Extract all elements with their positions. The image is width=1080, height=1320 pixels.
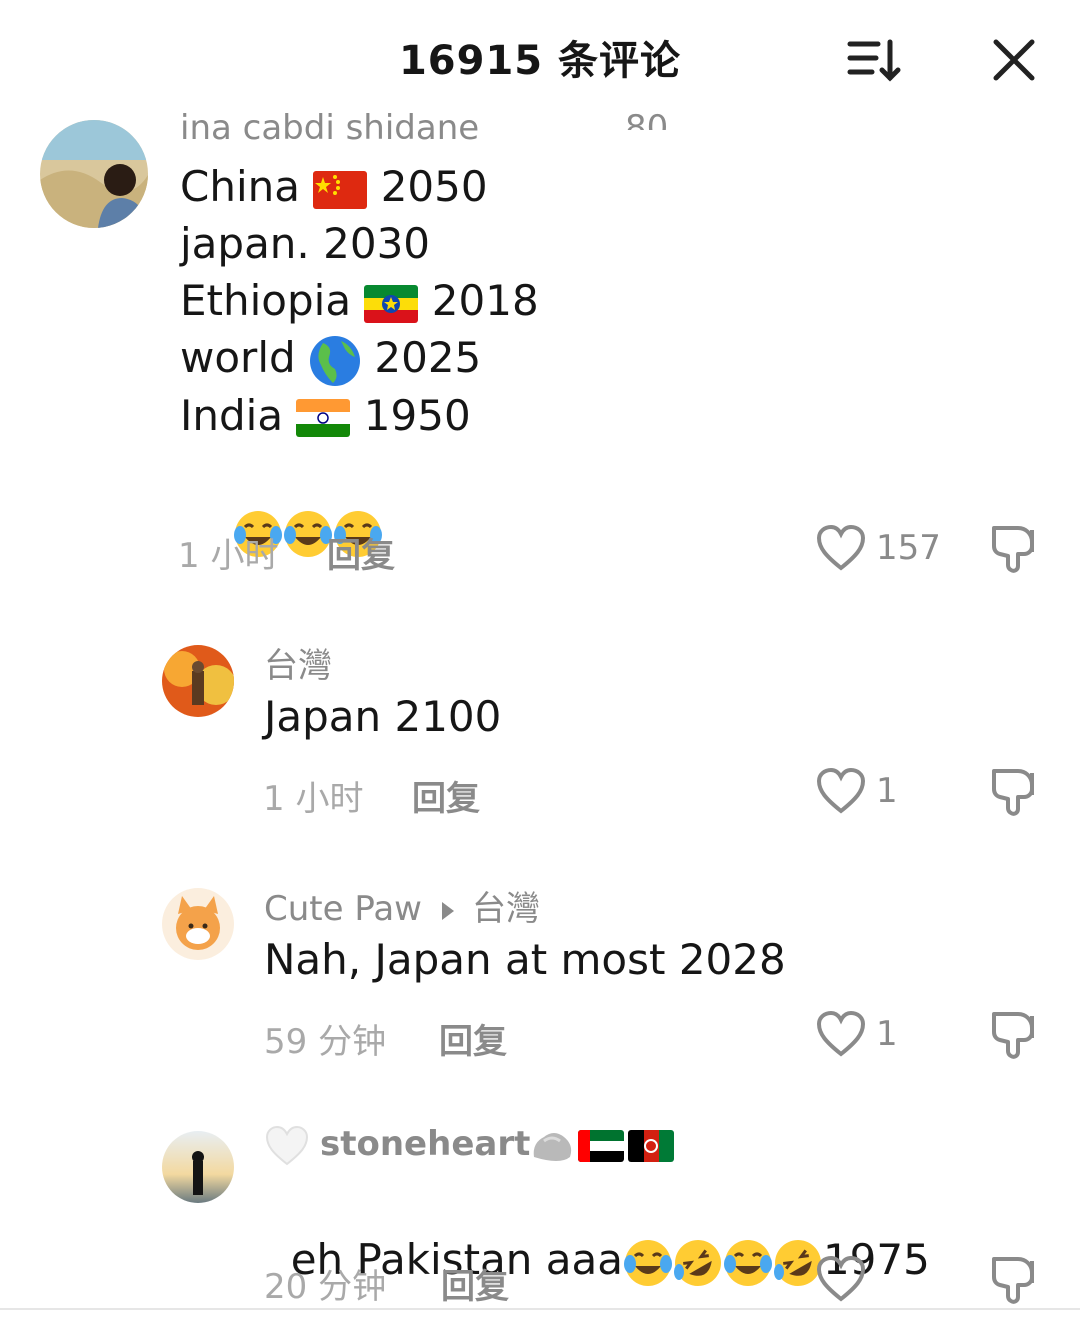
comment-text-line: China	[180, 162, 300, 211]
comment-username[interactable]: Cute Paw	[264, 889, 422, 929]
avatar[interactable]	[162, 645, 234, 717]
face-with-tears-of-joy-icon	[723, 1239, 772, 1286]
like-count-partial: 80	[625, 108, 669, 130]
comment-username-line: Cute Paw 台灣	[264, 881, 540, 930]
comment-time: 59 分钟	[264, 1022, 387, 1062]
comment-time: 20 分钟	[264, 1267, 387, 1307]
reply-button[interactable]: 回复	[441, 1259, 509, 1308]
dislike-icon[interactable]	[988, 1010, 1040, 1066]
like-count: 1	[876, 1014, 898, 1054]
comment-time: 1 小时	[263, 779, 364, 819]
comment-text-line: world	[180, 333, 296, 382]
ethiopia-flag-icon	[364, 284, 419, 323]
dislike-icon[interactable]	[988, 767, 1040, 823]
comments-count-title: 16915 条评论	[398, 38, 682, 84]
reply-to-username[interactable]: 台灣	[472, 889, 540, 929]
uae-flag-icon	[578, 1129, 625, 1162]
afghanistan-flag-icon	[628, 1129, 675, 1162]
comment-text-year: 2050	[380, 162, 488, 211]
comment-text: Japan 2100	[264, 692, 502, 741]
dislike-icon[interactable]	[988, 1255, 1040, 1307]
like-count: 1	[876, 771, 898, 811]
like-heart-icon[interactable]	[816, 767, 866, 819]
comment-username[interactable]: ina cabdi shidane	[180, 108, 479, 148]
comment-username-line: stoneheart	[264, 1124, 675, 1167]
reply-button[interactable]: 回复	[439, 1014, 507, 1063]
comment-username[interactable]: 台灣	[264, 638, 332, 687]
comment-time: 1 小时	[178, 536, 279, 576]
like-heart-icon[interactable]	[816, 1010, 866, 1062]
avatar[interactable]	[40, 120, 148, 228]
comment-text-year: 2025	[374, 333, 482, 382]
like-heart-icon[interactable]	[816, 1255, 866, 1307]
india-flag-icon	[296, 399, 351, 437]
comment-text-line: Ethiopia	[180, 276, 352, 325]
comment-text-year: 2018	[431, 276, 539, 325]
avatar[interactable]	[162, 1131, 234, 1203]
reply-button[interactable]: 回复	[327, 528, 395, 577]
bottom-divider	[0, 1308, 1080, 1310]
rock-icon	[534, 1132, 572, 1161]
reply-arrow-icon	[441, 901, 454, 920]
close-icon[interactable]	[982, 28, 1046, 92]
avatar[interactable]	[162, 888, 234, 960]
globe-americas-icon	[310, 335, 361, 386]
dislike-icon[interactable]	[988, 524, 1040, 580]
like-heart-icon[interactable]	[816, 524, 866, 576]
comment-username[interactable]: stoneheart	[320, 1124, 530, 1164]
comment-text: Nah, Japan at most 2028	[264, 935, 786, 984]
comment-text-line: japan. 2030	[180, 219, 431, 268]
comment-text-line: India	[180, 390, 284, 440]
face-with-tears-of-joy-icon	[284, 511, 333, 557]
face-with-tears-of-joy-icon	[623, 1239, 672, 1286]
sort-icon[interactable]	[842, 28, 906, 92]
white-heart-icon	[265, 1125, 309, 1165]
china-flag-icon	[313, 170, 368, 209]
like-count: 157	[876, 528, 941, 568]
reply-button[interactable]: 回复	[412, 771, 480, 820]
rolling-on-floor-laughing-icon	[673, 1239, 721, 1286]
comment-text-year: 1950	[363, 390, 471, 440]
